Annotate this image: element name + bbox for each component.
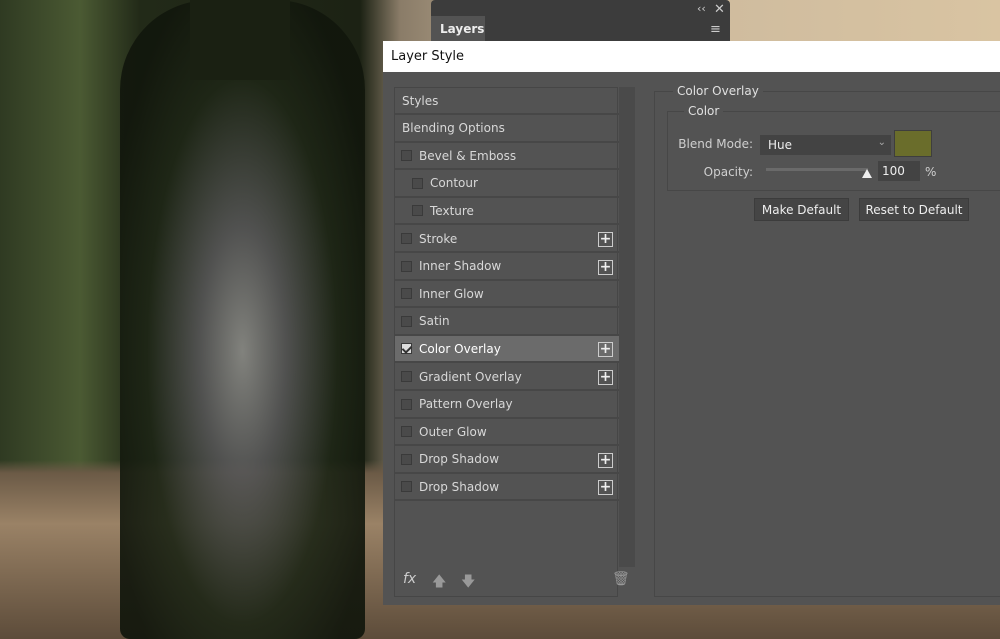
style-item-label: Color Overlay <box>419 341 501 356</box>
menu-icon[interactable]: ≡ <box>710 22 721 37</box>
style-item-label: Bevel & Emboss <box>419 148 517 163</box>
style-item-label: Outer Glow <box>419 424 487 439</box>
style-item-inner-shadow[interactable]: Inner Shadow + <box>395 254 619 281</box>
add-effect-icon[interactable]: + <box>598 452 613 468</box>
style-item-styles[interactable]: Styles <box>395 88 619 115</box>
section-title: Color Overlay <box>673 84 763 98</box>
checkbox[interactable] <box>412 205 423 217</box>
blend-mode-select[interactable]: Hue ⌄ <box>760 135 891 155</box>
blend-mode-label: Blend Mode: <box>678 137 753 151</box>
style-item-label: Gradient Overlay <box>419 369 522 384</box>
checkbox[interactable] <box>401 150 412 162</box>
style-item-blending-options[interactable]: Blending Options <box>395 116 619 143</box>
style-item-outer-glow[interactable]: Outer Glow <box>395 419 619 447</box>
checkbox[interactable] <box>401 426 412 438</box>
group-title: Color <box>684 104 724 118</box>
background-photo-bottle-neck <box>190 0 290 80</box>
reset-to-default-button[interactable]: Reset to Default <box>859 198 969 221</box>
style-item-bevel-emboss[interactable]: Bevel & Emboss <box>395 143 619 171</box>
style-item-label: Contour <box>430 176 478 191</box>
styles-scrollbar[interactable] <box>619 87 635 567</box>
dialog-title: Layer Style <box>383 41 1000 72</box>
make-default-button[interactable]: Make Default <box>754 198 849 221</box>
checkbox[interactable] <box>401 288 412 300</box>
opacity-slider-thumb[interactable] <box>862 169 872 178</box>
styles-list: Styles Blending Options Bevel & Emboss Cont… <box>394 87 619 597</box>
style-item-contour[interactable]: Contour <box>395 171 619 198</box>
style-item-drop-shadow[interactable]: Drop Shadow + <box>395 474 619 502</box>
style-item-label: Styles <box>402 93 439 108</box>
style-item-label: Texture <box>430 203 474 218</box>
add-effect-icon[interactable]: + <box>598 370 613 385</box>
style-item-label: Pattern Overlay <box>419 397 513 412</box>
style-item-label: Stroke <box>419 231 458 246</box>
layers-panel: Layers ‹‹ ✕ ≡ <box>431 0 730 42</box>
checkbox[interactable] <box>412 177 423 189</box>
style-item-texture[interactable]: Texture <box>395 198 619 226</box>
add-effect-icon[interactable]: + <box>598 480 613 496</box>
background-photo-bottle <box>120 0 365 639</box>
checkbox[interactable] <box>401 343 412 355</box>
move-down-icon[interactable]: 🡇 <box>461 571 475 595</box>
checkbox[interactable] <box>401 315 412 327</box>
style-item-label: Drop Shadow <box>419 479 500 494</box>
checkbox[interactable] <box>401 233 412 244</box>
blend-mode-value: Hue <box>768 138 793 152</box>
style-item-gradient-overlay[interactable]: Gradient Overlay + <box>395 364 619 391</box>
chevron-down-icon: ⌄ <box>877 137 886 148</box>
move-up-icon[interactable]: 🡅 <box>432 571 446 595</box>
layers-tab[interactable]: Layers <box>431 16 485 42</box>
style-item-drop-shadow[interactable]: Drop Shadow + <box>395 447 619 474</box>
style-item-label: Blending Options <box>402 121 505 136</box>
checkbox[interactable] <box>401 371 412 382</box>
checkbox[interactable] <box>401 260 412 272</box>
opacity-unit: % <box>925 165 937 179</box>
style-item-label: Inner Glow <box>419 286 484 301</box>
layer-style-dialog: Layer Style Styles Blending Options Bevel … <box>383 41 1000 605</box>
style-item-pattern-overlay[interactable]: Pattern Overlay <box>395 392 619 419</box>
color-overlay-panel: Color Overlay Color Blend Mode: Hue ⌄ Opa… <box>654 84 1000 597</box>
checkbox[interactable] <box>401 398 412 410</box>
style-item-inner-glow[interactable]: Inner Glow <box>395 281 619 309</box>
opacity-input[interactable]: 100 <box>878 161 920 181</box>
add-effect-icon[interactable]: + <box>598 342 613 358</box>
checkbox[interactable] <box>401 453 412 465</box>
style-item-satin[interactable]: Satin <box>395 309 619 336</box>
fx-button[interactable]: fx <box>403 571 416 587</box>
style-item-color-overlay[interactable]: Color Overlay + <box>395 336 619 364</box>
color-swatch[interactable] <box>894 130 932 157</box>
add-effect-icon[interactable]: + <box>598 259 613 275</box>
opacity-slider[interactable] <box>766 168 868 171</box>
color-group: Color Blend Mode: Hue ⌄ Opacity: 100 % <box>667 104 1000 191</box>
style-item-label: Inner Shadow <box>419 259 502 274</box>
close-icon[interactable]: ✕ <box>714 2 725 17</box>
style-item-label: Satin <box>419 314 450 329</box>
checkbox[interactable] <box>401 481 412 493</box>
trash-icon[interactable]: 🗑 <box>612 571 630 587</box>
opacity-label: Opacity: <box>703 165 753 179</box>
style-item-stroke[interactable]: Stroke + <box>395 226 619 253</box>
add-effect-icon[interactable]: + <box>598 232 613 247</box>
collapse-icon[interactable]: ‹‹ <box>697 2 706 15</box>
style-item-label: Drop Shadow <box>419 452 500 467</box>
